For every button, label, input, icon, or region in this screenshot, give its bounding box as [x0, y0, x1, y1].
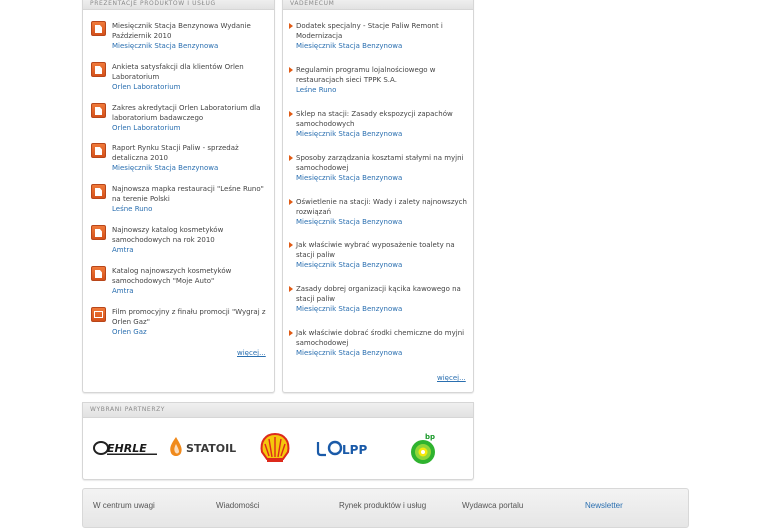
item-title[interactable]: Dodatek specjalny - Stacje Paliw Remont …: [296, 21, 468, 41]
item-source[interactable]: Leśne Runo: [112, 204, 152, 214]
vademecum-heading: VADEMECUM: [283, 0, 473, 10]
presentations-heading: PREZENTACJE PRODUKTÓW I USŁUG: [83, 0, 274, 10]
item-source[interactable]: Orlen Gaz: [112, 327, 147, 337]
item-source[interactable]: Amtra: [112, 286, 134, 296]
item-title[interactable]: Najnowsza mapka restauracji "Leśne Runo"…: [112, 184, 267, 204]
presentations-panel: PREZENTACJE PRODUKTÓW I USŁUG Miesięczni…: [82, 0, 275, 393]
bp-logo[interactable]: bp: [409, 431, 439, 465]
document-icon: [91, 143, 106, 158]
item-title[interactable]: Film promocyjny z finału promocji "Wygra…: [112, 307, 267, 327]
svg-text:LPP: LPP: [342, 443, 367, 457]
footer-link-rynek-produktow[interactable]: Rynek produktów i usług: [339, 501, 426, 510]
item-source[interactable]: Orlen Laboratorium: [112, 82, 181, 92]
item-source[interactable]: Miesięcznik Stacja Benzynowa: [296, 173, 402, 183]
vademecum-panel: VADEMECUM Dodatek specjalny - Stacje Pal…: [282, 0, 474, 393]
item-title[interactable]: Jak właściwie dobrać środki chemiczne do…: [296, 328, 468, 348]
film-icon: [91, 307, 106, 322]
document-icon: [91, 62, 106, 77]
item-title[interactable]: Ankieta satysfakcji dla klientów Orlen L…: [112, 62, 267, 82]
footer-link-w-centrum-uwagi[interactable]: W centrum uwagi: [93, 501, 155, 510]
svg-text:EHRLE: EHRLE: [107, 442, 147, 455]
more-vademecum-link[interactable]: więcej...: [437, 374, 466, 382]
item-title[interactable]: Najnowszy katalog kosmetyków samochodowy…: [112, 225, 267, 245]
svg-text:STATOIL: STATOIL: [186, 442, 236, 455]
arrow-right-icon: [289, 286, 293, 292]
arrow-right-icon: [289, 111, 293, 117]
shell-logo[interactable]: [258, 432, 292, 464]
item-source[interactable]: Miesięcznik Stacja Benzynowa: [296, 348, 402, 358]
item-title[interactable]: Sklep na stacji: Zasady ekspozycji zapac…: [296, 109, 468, 129]
footer-link-wydawca-portalu[interactable]: Wydawca portalu: [462, 501, 523, 510]
arrow-right-icon: [289, 199, 293, 205]
item-title[interactable]: Zasady dobrej organizacji kącika kawoweg…: [296, 284, 468, 304]
item-source[interactable]: Miesięcznik Stacja Benzynowa: [296, 217, 402, 227]
arrow-right-icon: [289, 330, 293, 336]
ehrle-logo[interactable]: EHRLE: [93, 439, 159, 457]
item-source[interactable]: Amtra: [112, 245, 134, 255]
item-title[interactable]: Katalog najnowszych kosmetyków samochodo…: [112, 266, 267, 286]
arrow-right-icon: [289, 67, 293, 73]
document-icon: [91, 103, 106, 118]
item-source[interactable]: Miesięcznik Stacja Benzynowa: [296, 260, 402, 270]
footer-link-newsletter[interactable]: Newsletter: [585, 501, 623, 510]
item-title[interactable]: Raport Rynku Stacji Paliw - sprzedaż det…: [112, 143, 267, 163]
item-source[interactable]: Miesięcznik Stacja Benzynowa: [296, 129, 402, 139]
footer-link-wiadomosci[interactable]: Wiadomości: [216, 501, 260, 510]
item-source[interactable]: Orlen Laboratorium: [112, 123, 181, 133]
partners-heading: WYBRANI PARTNERZY: [83, 403, 473, 418]
item-title[interactable]: Sposoby zarządzania kosztami stałymi na …: [296, 153, 468, 173]
partners-panel: WYBRANI PARTNERZY EHRLE STATOIL LPP bp: [82, 402, 474, 480]
arrow-right-icon: [289, 155, 293, 161]
item-title[interactable]: Zakres akredytacji Orlen Laboratorium dl…: [112, 103, 267, 123]
olpp-logo[interactable]: LPP: [315, 439, 383, 457]
more-presentations-link[interactable]: więcej...: [237, 349, 266, 357]
item-source[interactable]: Miesięcznik Stacja Benzynowa: [112, 41, 218, 51]
item-title[interactable]: Oświetlenie na stacji: Wady i zalety naj…: [296, 197, 468, 217]
arrow-right-icon: [289, 242, 293, 248]
footer-nav: W centrum uwagi Wiadomości Rynek produkt…: [82, 488, 689, 528]
document-icon: [91, 21, 106, 36]
svg-text:bp: bp: [425, 433, 435, 441]
item-source[interactable]: Miesięcznik Stacja Benzynowa: [296, 304, 402, 314]
item-source[interactable]: Leśne Runo: [296, 85, 336, 95]
item-title[interactable]: Miesięcznik Stacja Benzynowa Wydanie Paź…: [112, 21, 267, 41]
item-source[interactable]: Miesięcznik Stacja Benzynowa: [296, 41, 402, 51]
statoil-logo[interactable]: STATOIL: [167, 435, 237, 459]
document-icon: [91, 225, 106, 240]
document-icon: [91, 266, 106, 281]
item-title[interactable]: Jak właściwie wybrać wyposażenie toalety…: [296, 240, 468, 260]
item-source[interactable]: Miesięcznik Stacja Benzynowa: [112, 163, 218, 173]
document-icon: [91, 184, 106, 199]
arrow-right-icon: [289, 23, 293, 29]
item-title[interactable]: Regulamin programu lojalnościowego w res…: [296, 65, 468, 85]
